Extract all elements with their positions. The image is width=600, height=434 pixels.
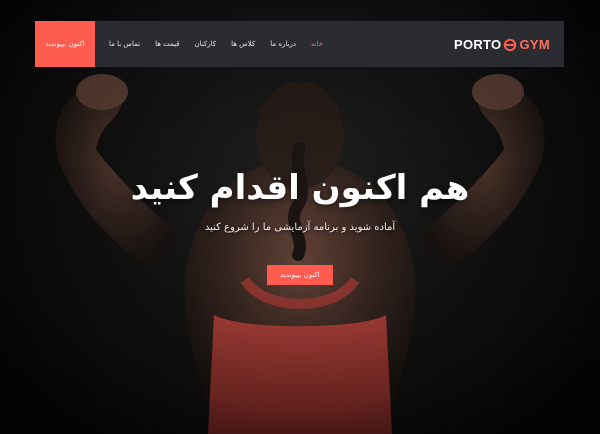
main-navigation: خانه درباره ما کلاس ها کارکنان قیمت ها ت… — [109, 21, 323, 67]
hero-section: PORTO GYM خانه درباره ما کلاس ها کارکنان… — [0, 0, 600, 434]
join-now-nav-button[interactable]: اکنون بپیوندید — [35, 21, 95, 67]
hero-title: هم اکنون اقدام کنید — [130, 168, 470, 208]
hero-subtitle: آماده شوید و برنامه آزمایشی ما را شروع ک… — [204, 222, 396, 233]
join-now-hero-button[interactable]: اکنون بپیوندید — [267, 265, 333, 285]
nav-link-contact[interactable]: تماس با ما — [109, 40, 140, 48]
nav-link-about[interactable]: درباره ما — [270, 40, 296, 48]
dumbbell-ring-icon — [503, 37, 517, 52]
nav-link-staff[interactable]: کارکنان — [195, 40, 217, 48]
logo-primary-text: PORTO — [453, 36, 502, 52]
nav-link-pricing[interactable]: قیمت ها — [155, 40, 179, 48]
logo-secondary-text: GYM — [519, 36, 550, 52]
brand-logo[interactable]: PORTO GYM — [454, 21, 550, 67]
nav-link-classes[interactable]: کلاس ها — [231, 40, 255, 48]
top-navbar: PORTO GYM خانه درباره ما کلاس ها کارکنان… — [35, 21, 564, 67]
nav-link-home[interactable]: خانه — [311, 40, 323, 48]
